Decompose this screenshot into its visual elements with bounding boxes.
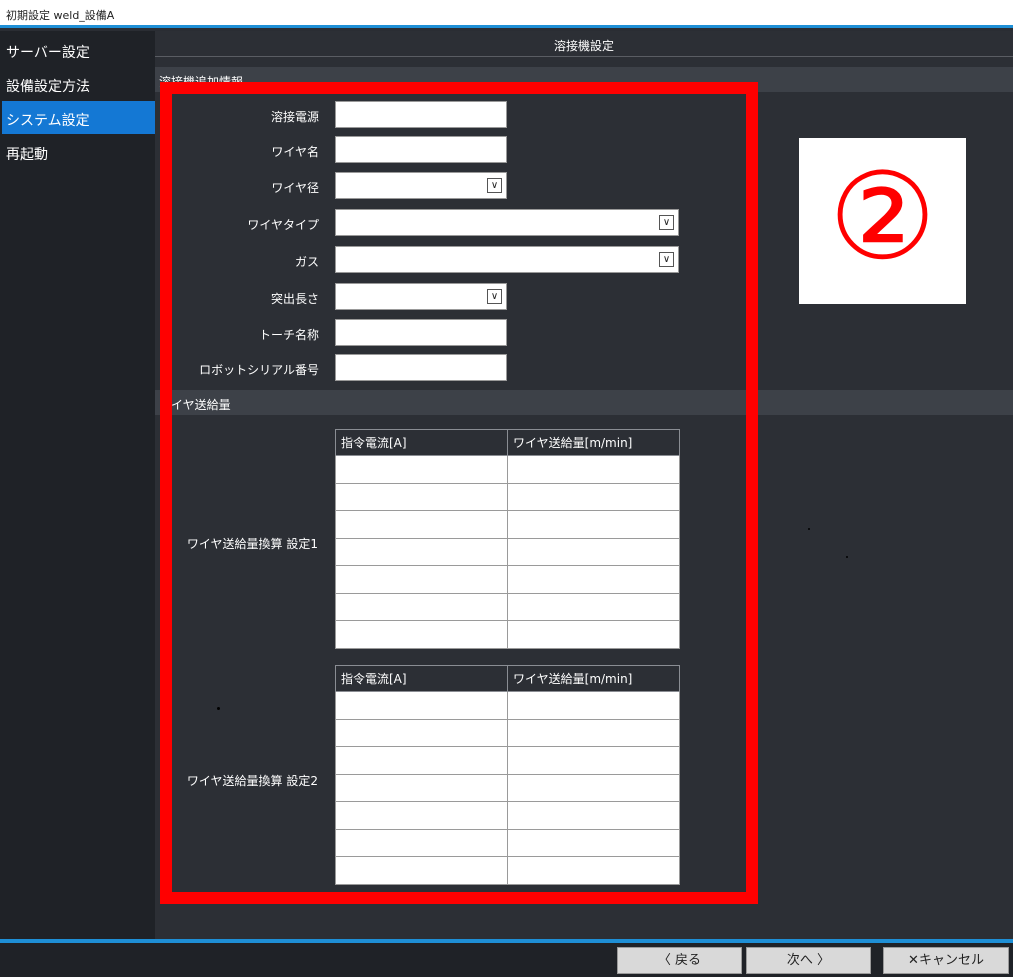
table-cell[interactable] <box>335 565 508 594</box>
window-title: 初期設定 weld_設備A <box>6 9 115 22</box>
stickout-select[interactable]: ∨ <box>335 283 507 310</box>
table-row <box>335 856 680 885</box>
page-title: 溶接機設定 <box>155 31 1013 57</box>
table-cell[interactable] <box>335 856 508 885</box>
table-cell[interactable] <box>335 746 508 775</box>
table-cell[interactable] <box>335 620 508 649</box>
table-cell[interactable] <box>507 537 680 566</box>
table-cell[interactable] <box>507 565 680 594</box>
table-cell[interactable] <box>335 691 508 720</box>
table-row <box>335 620 680 649</box>
column-header-feed: ワイヤ送給量[m/min] <box>507 665 680 692</box>
table-cell[interactable] <box>507 455 680 484</box>
torch-name-input[interactable] <box>335 319 507 346</box>
column-header-current: 指令電流[A] <box>335 665 508 692</box>
gas-label: ガス <box>294 255 319 269</box>
column-header-current: 指令電流[A] <box>335 429 508 456</box>
table-cell[interactable] <box>507 773 680 802</box>
step-badge: ② <box>799 138 966 304</box>
sidebar: サーバー設定 設備設定方法 システム設定 再起動 <box>0 31 155 939</box>
table-cell[interactable] <box>335 537 508 566</box>
stray-dot <box>808 528 810 530</box>
cancel-button[interactable]: ✕キャンセル <box>883 947 1009 974</box>
stray-dot <box>217 707 220 710</box>
wire-diameter-select[interactable]: ∨ <box>335 172 507 199</box>
table-row <box>335 565 680 594</box>
table-cell[interactable] <box>335 482 508 511</box>
table-cell[interactable] <box>507 482 680 511</box>
column-header-feed: ワイヤ送給量[m/min] <box>507 429 680 456</box>
table-cell[interactable] <box>507 828 680 857</box>
wire-feed-table2: 指令電流[A] ワイヤ送給量[m/min] <box>335 665 680 885</box>
stray-dot <box>846 556 848 558</box>
section-header-wire-feed: ワイヤ送給量 <box>155 390 1013 415</box>
table-cell[interactable] <box>507 691 680 720</box>
table-row <box>335 510 680 539</box>
torch-name-label: トーチ名称 <box>258 328 319 342</box>
table-cell[interactable] <box>335 510 508 539</box>
robot-serial-label: ロボットシリアル番号 <box>199 363 319 377</box>
sidebar-item-system-settings[interactable]: システム設定 <box>2 101 155 134</box>
wire-diameter-label: ワイヤ径 <box>271 181 319 195</box>
title-bar: 初期設定 weld_設備A <box>0 0 1013 28</box>
table-row <box>335 746 680 775</box>
power-source-label: 溶接電源 <box>270 110 319 124</box>
table-cell[interactable] <box>335 801 508 830</box>
chevron-down-icon[interactable]: ∨ <box>487 178 502 193</box>
table-cell[interactable] <box>507 718 680 747</box>
power-source-input[interactable] <box>335 101 507 128</box>
table-cell[interactable] <box>335 828 508 857</box>
wire-name-label: ワイヤ名 <box>271 145 319 159</box>
wire-feed-table2-label: ワイヤ送給量換算 設定2 <box>186 774 318 788</box>
table-cell[interactable] <box>507 510 680 539</box>
table-cell[interactable] <box>507 620 680 649</box>
table-header-row: 指令電流[A] ワイヤ送給量[m/min] <box>335 665 680 692</box>
wire-feed-table1: 指令電流[A] ワイヤ送給量[m/min] <box>335 429 680 649</box>
table-cell[interactable] <box>507 592 680 621</box>
table-row <box>335 455 680 484</box>
sidebar-item-server-settings[interactable]: サーバー設定 <box>2 33 155 66</box>
table-cell[interactable] <box>335 773 508 802</box>
sidebar-item-restart[interactable]: 再起動 <box>2 135 155 168</box>
table-cell[interactable] <box>507 801 680 830</box>
table-cell[interactable] <box>335 718 508 747</box>
table-row <box>335 592 680 621</box>
table-cell[interactable] <box>507 856 680 885</box>
step-number: ② <box>828 148 937 287</box>
wire-type-label: ワイヤタイプ <box>247 218 319 232</box>
table-row <box>335 482 680 511</box>
table-row <box>335 801 680 830</box>
stickout-label: 突出長さ <box>270 292 319 306</box>
table-row <box>335 691 680 720</box>
wire-name-input[interactable] <box>335 136 507 163</box>
section-header-additional-info: 溶接機追加情報 <box>155 67 1013 92</box>
table-cell[interactable] <box>507 746 680 775</box>
table-row <box>335 718 680 747</box>
table-row <box>335 537 680 566</box>
gas-select[interactable]: ∨ <box>335 246 679 273</box>
next-button[interactable]: 次へ 〉 <box>746 947 871 974</box>
robot-serial-input[interactable] <box>335 354 507 381</box>
table-cell[interactable] <box>335 592 508 621</box>
back-button[interactable]: 〈 戻る <box>617 947 742 974</box>
wire-feed-table1-label: ワイヤ送給量換算 設定1 <box>186 537 318 551</box>
table-cell[interactable] <box>335 455 508 484</box>
chevron-down-icon[interactable]: ∨ <box>487 289 502 304</box>
wire-type-select[interactable]: ∨ <box>335 209 679 236</box>
table-row <box>335 828 680 857</box>
chevron-down-icon[interactable]: ∨ <box>659 215 674 230</box>
table-header-row: 指令電流[A] ワイヤ送給量[m/min] <box>335 429 680 456</box>
table-row <box>335 773 680 802</box>
sidebar-item-equipment-settings[interactable]: 設備設定方法 <box>2 67 155 100</box>
chevron-down-icon[interactable]: ∨ <box>659 252 674 267</box>
